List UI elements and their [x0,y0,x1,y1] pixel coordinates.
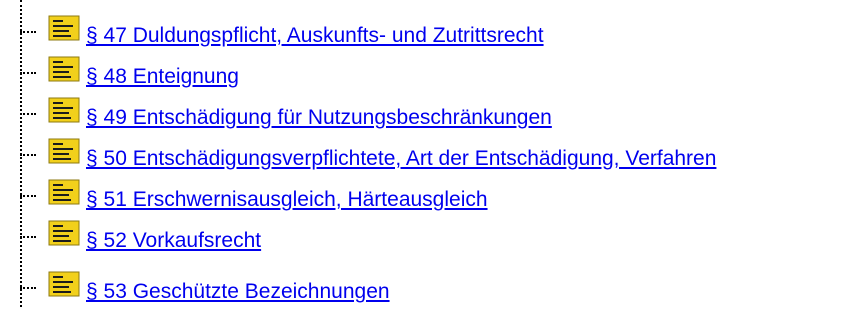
tree-node: § 47 Duldungspflicht, Auskunfts- und Zut… [20,11,845,51]
tree-node: § 51 Erschwernisausgleich, Härteausgleic… [20,175,845,215]
tree-branch-line [20,236,36,238]
tree-node: § 48 Enteignung [20,52,845,92]
tree-branch-line [20,287,36,289]
tree-branch-line [20,31,36,33]
document-icon [48,271,80,297]
document-tree: § 47 Duldungspflicht, Auskunfts- und Zut… [0,0,850,329]
tree-node: § 52 Vorkaufsrecht [20,216,845,256]
tree-item-link[interactable]: § 48 Enteignung [86,64,239,90]
document-icon [48,138,80,164]
tree-branch-line [20,195,36,197]
document-icon [48,15,80,41]
document-icon [48,56,80,82]
tree-item-link[interactable]: § 52 Vorkaufsrecht [86,228,261,254]
tree-item-link[interactable]: § 53 Geschützte Bezeichnungen [86,279,390,305]
tree-branch-line [20,113,36,115]
tree-item-link[interactable]: § 50 Entschädigungsverpflichtete, Art de… [86,146,716,172]
tree-node: § 49 Entschädigung für Nutzungsbeschränk… [20,93,845,133]
tree-item-link[interactable]: § 47 Duldungspflicht, Auskunfts- und Zut… [86,23,544,49]
document-icon [48,220,80,246]
tree-branch-line [20,154,36,156]
tree-item-link[interactable]: § 51 Erschwernisausgleich, Härteausgleic… [86,187,488,213]
tree-branch-line [20,72,36,74]
tree-node: § 50 Entschädigungsverpflichtete, Art de… [20,134,845,174]
document-icon [48,97,80,123]
tree-item-link[interactable]: § 49 Entschädigung für Nutzungsbeschränk… [86,105,552,131]
document-icon [48,179,80,205]
tree-node: § 53 Geschützte Bezeichnungen [20,267,845,307]
